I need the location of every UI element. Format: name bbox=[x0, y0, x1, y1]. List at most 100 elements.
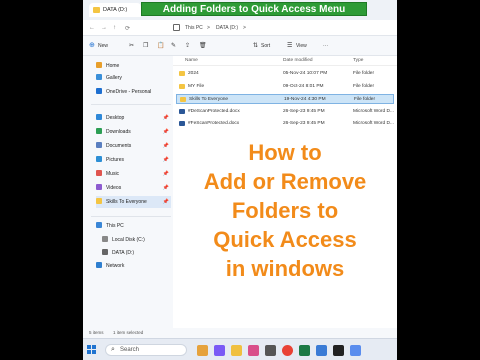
sidebar-item-label: Downloads bbox=[106, 129, 131, 135]
item-count: 5 items bbox=[89, 330, 104, 335]
sidebar-item-network[interactable]: Network bbox=[96, 262, 171, 272]
pin-icon: 📌 bbox=[162, 129, 169, 135]
column-name[interactable]: Name bbox=[185, 58, 198, 63]
paste-icon[interactable]: 📋 bbox=[157, 42, 164, 49]
pin-icon: 📌 bbox=[162, 185, 169, 191]
download-icon bbox=[96, 128, 102, 134]
paint-icon[interactable] bbox=[248, 345, 259, 356]
folder-icon bbox=[93, 7, 100, 13]
breadcrumb-separator: > bbox=[243, 25, 246, 31]
file-date: 19-Nov-24 4:30 PM bbox=[284, 97, 326, 102]
file-explorer-icon[interactable] bbox=[231, 345, 242, 356]
file-name: #DeScanProtected.docx bbox=[188, 109, 240, 114]
cloud-icon bbox=[96, 88, 102, 94]
sidebar-item-home[interactable]: Home bbox=[96, 62, 171, 72]
settings-icon[interactable] bbox=[265, 345, 276, 356]
edge-icon[interactable] bbox=[316, 345, 327, 356]
file-type: File folder bbox=[354, 97, 376, 102]
sidebar-item-local-disk[interactable]: Local Disk (C:) bbox=[102, 236, 177, 246]
sidebar-item-skills-to-everyone[interactable]: Skills To Everyone 📌 bbox=[96, 196, 171, 208]
overlay-line: Quick Access bbox=[213, 227, 357, 252]
copy-icon[interactable]: ❐ bbox=[143, 42, 148, 49]
sidebar-item-desktop[interactable]: Desktop 📌 bbox=[96, 114, 171, 124]
chrome-icon[interactable] bbox=[282, 345, 293, 356]
view-button[interactable]: View bbox=[296, 43, 307, 49]
sidebar-item-label: OneDrive - Personal bbox=[106, 89, 152, 95]
column-type[interactable]: Type bbox=[353, 58, 363, 63]
sidebar-item-data-drive[interactable]: DATA (D:) bbox=[102, 249, 177, 259]
file-name: #FeScanProtected.docx bbox=[188, 121, 240, 126]
sidebar-item-pictures[interactable]: Pictures 📌 bbox=[96, 156, 171, 166]
document-icon bbox=[96, 142, 102, 148]
sidebar-item-label: Home bbox=[106, 63, 120, 69]
sidebar-item-label: Gallery bbox=[106, 75, 122, 81]
overlay-line: in windows bbox=[225, 256, 345, 281]
selection-count: 1 item selected bbox=[113, 330, 144, 335]
forward-icon[interactable]: → bbox=[101, 25, 107, 31]
sort-icon: ⇅ bbox=[253, 43, 259, 49]
teams-icon[interactable] bbox=[214, 345, 225, 356]
search-icon: ⌕ bbox=[111, 346, 115, 353]
pin-icon: 📌 bbox=[162, 143, 169, 149]
home-icon bbox=[96, 62, 102, 68]
file-type: Microsoft Word D... bbox=[353, 109, 394, 114]
excel-icon[interactable] bbox=[299, 345, 310, 356]
up-icon[interactable]: ↑ bbox=[113, 25, 116, 31]
drive-icon bbox=[102, 249, 108, 255]
more-options-button[interactable]: ··· bbox=[323, 43, 328, 49]
sidebar-item-label: Videos bbox=[106, 185, 122, 191]
sidebar-item-label: Network bbox=[106, 263, 125, 269]
sidebar-item-gallery[interactable]: Gallery bbox=[96, 74, 171, 84]
file-name: 2024 bbox=[188, 71, 199, 76]
column-date-modified[interactable]: Date modified bbox=[283, 58, 313, 63]
share-icon[interactable]: ⇪ bbox=[185, 42, 190, 49]
sidebar-item-videos[interactable]: Videos 📌 bbox=[96, 184, 171, 194]
network-icon bbox=[96, 262, 102, 268]
windows-start-icon[interactable] bbox=[87, 345, 97, 355]
breadcrumb-this-pc[interactable]: This PC bbox=[185, 25, 203, 31]
table-row[interactable]: #DeScanProtected.docx 26-Sep-23 9:45 PM … bbox=[176, 107, 394, 117]
taskbar: ⌕ Search bbox=[83, 338, 397, 360]
view-icon: ☰ bbox=[287, 43, 293, 49]
search-placeholder: Search bbox=[120, 347, 140, 353]
sidebar-item-documents[interactable]: Documents 📌 bbox=[96, 142, 171, 152]
sidebar-item-label: Desktop bbox=[106, 115, 125, 121]
delete-icon[interactable]: 🗑 bbox=[199, 42, 207, 49]
file-date: 26-Sep-23 9:45 PM bbox=[283, 121, 325, 126]
drive-icon bbox=[102, 236, 108, 242]
command-bar: ⊕ New ✂ ❐ 📋 ✎ ⇪ 🗑 ⇅ Sort ☰ View ··· bbox=[83, 36, 397, 56]
task-view-icon[interactable] bbox=[197, 345, 208, 356]
cut-icon[interactable]: ✂ bbox=[129, 42, 134, 49]
sidebar-item-music[interactable]: Music 📌 bbox=[96, 170, 171, 180]
file-type: Microsoft Word D... bbox=[353, 121, 394, 126]
app-icon[interactable] bbox=[350, 345, 361, 356]
pin-icon: 📌 bbox=[162, 171, 169, 177]
refresh-icon[interactable]: ⟳ bbox=[125, 25, 130, 32]
sidebar-item-onedrive[interactable]: OneDrive - Personal bbox=[96, 88, 171, 98]
terminal-icon[interactable] bbox=[333, 345, 344, 356]
sidebar-item-label: Skills To Everyone bbox=[106, 199, 147, 205]
pin-icon: 📌 bbox=[162, 199, 169, 205]
sidebar-item-label: This PC bbox=[106, 223, 124, 229]
sidebar-item-this-pc[interactable]: This PC bbox=[96, 222, 171, 232]
table-row[interactable]: #FeScanProtected.docx 26-Sep-23 9:45 PM … bbox=[176, 119, 394, 129]
file-name: Skills To Everyone bbox=[189, 97, 229, 102]
rename-icon[interactable]: ✎ bbox=[171, 42, 176, 49]
sidebar-item-label: DATA (D:) bbox=[112, 250, 135, 256]
breadcrumb-data-drive[interactable]: DATA (D:) bbox=[216, 25, 238, 31]
table-row[interactable]: Skills To Everyone 19-Nov-24 4:30 PM Fil… bbox=[176, 94, 394, 104]
taskbar-search[interactable]: ⌕ Search bbox=[105, 344, 187, 356]
table-row[interactable]: MY File 09-Oct-24 8:01 PM File folder bbox=[176, 82, 394, 92]
sidebar-item-label: Music bbox=[106, 171, 120, 177]
plus-icon: ⊕ bbox=[89, 42, 95, 49]
tab-data-drive[interactable]: DATA (D:) bbox=[89, 3, 141, 17]
sidebar-item-downloads[interactable]: Downloads 📌 bbox=[96, 128, 171, 138]
status-bar: 5 items 1 item selected bbox=[83, 328, 397, 338]
new-button[interactable]: New bbox=[98, 43, 108, 49]
sort-button[interactable]: Sort bbox=[261, 43, 270, 49]
back-icon[interactable]: ← bbox=[89, 25, 95, 31]
table-row[interactable]: 2024 05-Nov-24 10:07 PM File folder bbox=[176, 69, 394, 79]
desktop-icon bbox=[96, 114, 102, 120]
monitor-icon bbox=[173, 24, 180, 31]
divider bbox=[91, 104, 171, 105]
